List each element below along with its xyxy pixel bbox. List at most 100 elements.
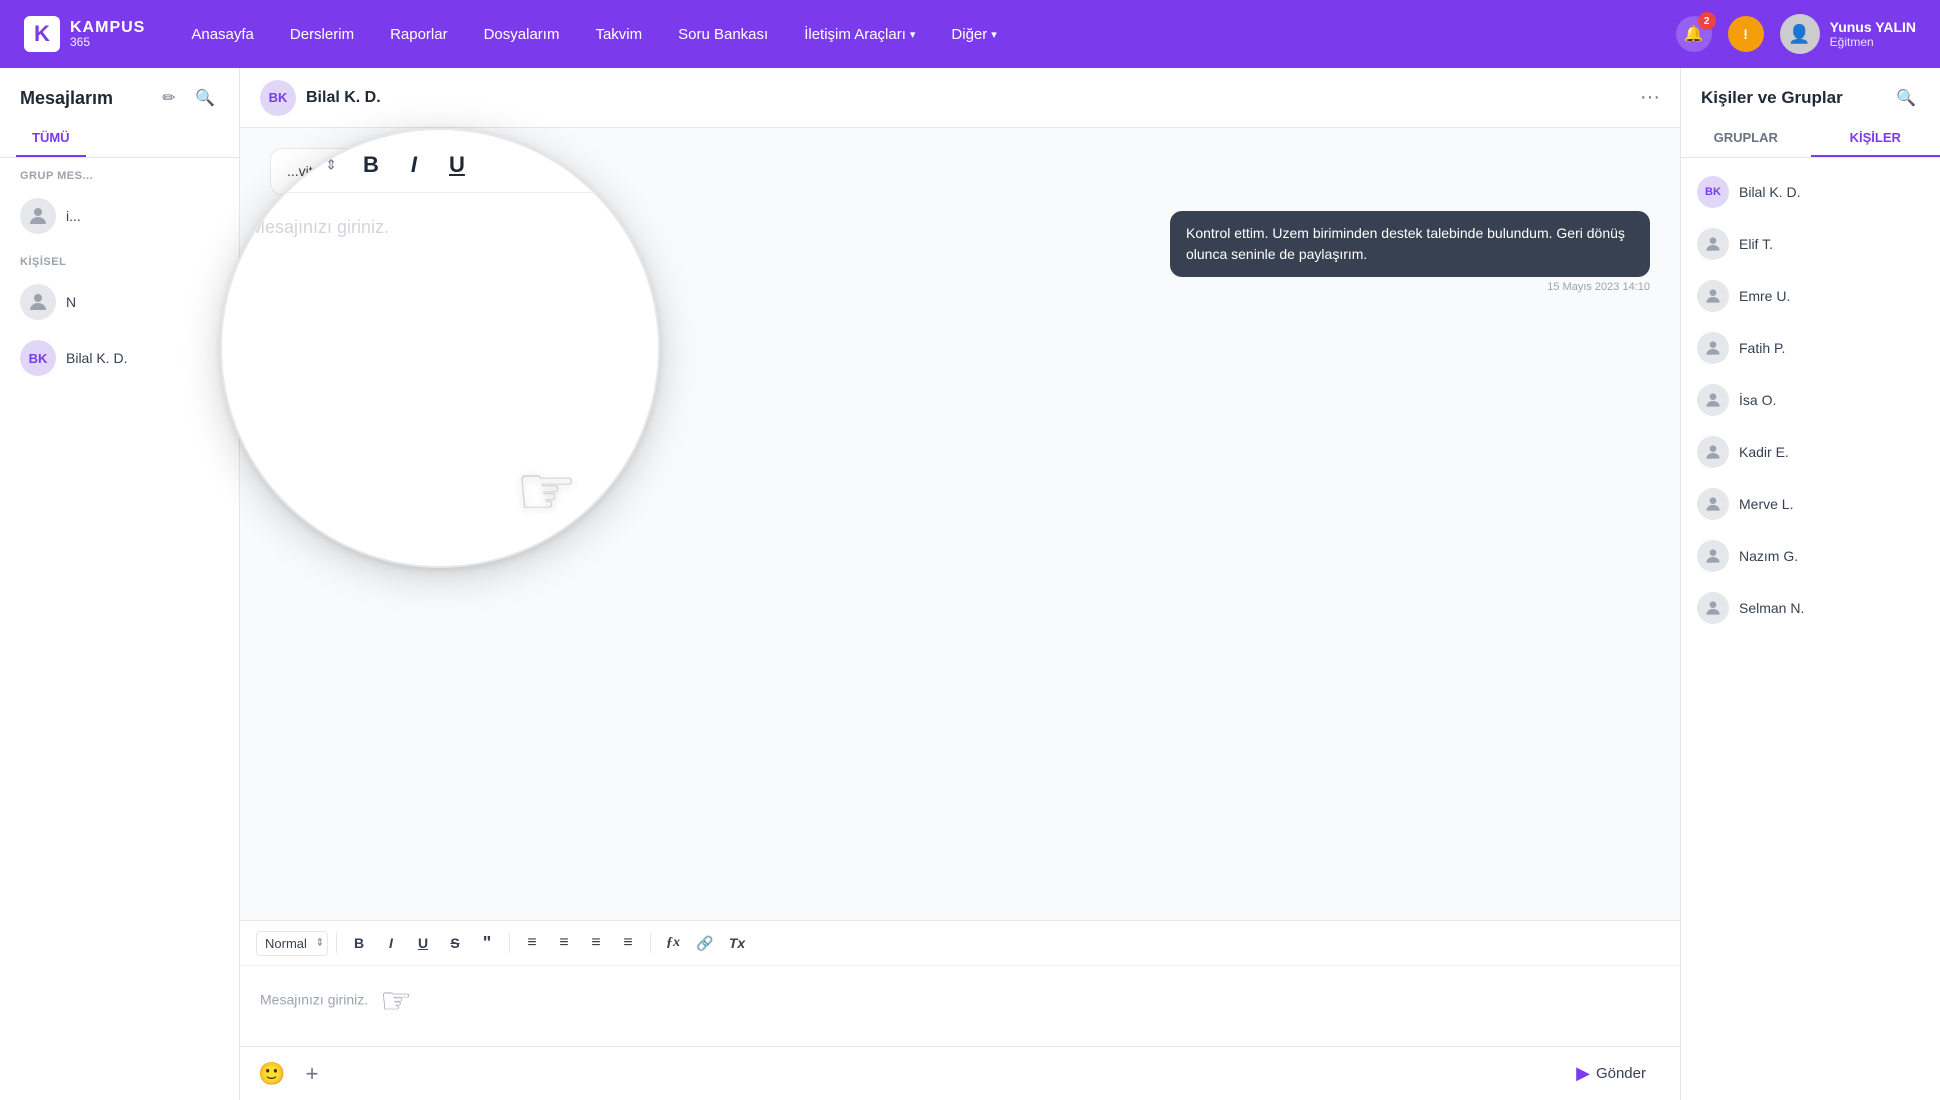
- link-button[interactable]: 🔗: [691, 929, 719, 957]
- logo-k: K: [24, 16, 60, 52]
- nav-diger[interactable]: Diğer ▾: [937, 18, 1010, 51]
- align-center-button[interactable]: ≡: [582, 929, 610, 957]
- chat-more-button[interactable]: ···: [1640, 86, 1660, 109]
- chat-area: BK Bilal K. D. ··· ...vitesi açılmıyor. …: [240, 68, 1680, 1100]
- send-button[interactable]: ▶ Gönder: [1558, 1055, 1664, 1092]
- send-icon: ▶: [1576, 1063, 1590, 1084]
- logo[interactable]: K KAMPUS 365: [24, 16, 145, 52]
- right-contact-name-selman: Selman N.: [1739, 600, 1804, 616]
- align-right-button[interactable]: ≡: [614, 929, 642, 957]
- bold-button[interactable]: B: [345, 929, 373, 957]
- toolbar-divider-2: [509, 933, 510, 953]
- sidebar-add-icon[interactable]: ✏: [155, 84, 183, 112]
- right-contact-name-elif: Elif T.: [1739, 236, 1773, 252]
- right-contact-bilal[interactable]: BK Bilal K. D.: [1681, 166, 1940, 218]
- nav-links: Anasayfa Derslerim Raporlar Dosyalarım T…: [177, 18, 1643, 51]
- kisi-contact-item-bilal[interactable]: BK Bilal K. D.: [0, 330, 239, 386]
- editor-footer: 🙂 + ▶ Gönder: [240, 1046, 1680, 1100]
- magnify-underline-button[interactable]: U: [441, 148, 473, 182]
- format-select[interactable]: Normal: [256, 931, 328, 956]
- logo-text: KAMPUS 365: [70, 19, 145, 50]
- user-area[interactable]: 👤 Yunus YALIN Eğitmen: [1780, 14, 1916, 54]
- underline-button[interactable]: U: [409, 929, 437, 957]
- toolbar-divider-1: [336, 933, 337, 953]
- right-contact-avatar-isa: [1697, 384, 1729, 416]
- editor-hand-cursor-icon: ☞: [380, 980, 412, 1022]
- right-contact-avatar-bilal: BK: [1697, 176, 1729, 208]
- unordered-list-button[interactable]: ≡: [550, 929, 578, 957]
- chat-header-left: BK Bilal K. D.: [260, 80, 381, 116]
- sidebar-icons: ✏ 🔍: [155, 84, 219, 112]
- nav-dosyalarim[interactable]: Dosyalarım: [470, 18, 574, 51]
- kisi-contact-item-1[interactable]: N: [0, 274, 239, 330]
- nav-right: 🔔 2 ! 👤 Yunus YALIN Eğitmen: [1676, 14, 1916, 54]
- editor-section: Normal ⇕ B I U S " ≡ ≡ ≡ ≡ ƒx 🔗 Tx: [240, 920, 1680, 1046]
- ordered-list-button[interactable]: ≡: [518, 929, 546, 957]
- tab-kisi[interactable]: KİŞİLER: [1811, 120, 1940, 157]
- clear-format-button[interactable]: Tx: [723, 929, 751, 957]
- kisi-contact-name-bilal: Bilal K. D.: [66, 350, 127, 366]
- group-contact-avatar: [20, 198, 56, 234]
- magnify-body[interactable]: Mesajınızı giriniz. ☞: [222, 193, 658, 566]
- right-contact-avatar-nazim: [1697, 540, 1729, 572]
- main-layout: Mesajlarım ✏ 🔍 TÜMÜ GRUP MES... i... KİŞ…: [0, 68, 1940, 1100]
- sidebar-search-icon[interactable]: 🔍: [191, 84, 219, 112]
- tab-groups[interactable]: GRUPLAR: [1681, 120, 1811, 157]
- nav-anasayfa[interactable]: Anasayfa: [177, 18, 268, 51]
- magnify-bold-button[interactable]: B: [355, 148, 387, 182]
- magnify-italic-button[interactable]: I: [403, 148, 425, 182]
- right-contact-elif[interactable]: Elif T.: [1681, 218, 1940, 270]
- sidebar-title: Mesajlarım: [20, 88, 113, 109]
- nav-raporlar[interactable]: Raporlar: [376, 18, 462, 51]
- user-name: Yunus YALIN: [1830, 19, 1916, 35]
- magnify-format-select[interactable]: Normal: [246, 154, 339, 176]
- editor-body[interactable]: Mesajınızı giriniz. ☞: [240, 966, 1680, 1046]
- right-contact-nazim[interactable]: Nazım G.: [1681, 530, 1940, 582]
- quote-button[interactable]: ": [473, 929, 501, 957]
- tab-all[interactable]: TÜMÜ: [16, 120, 86, 157]
- group-contact-item[interactable]: i...: [0, 188, 239, 244]
- italic-button[interactable]: I: [377, 929, 405, 957]
- notification-badge: 2: [1698, 12, 1716, 30]
- right-contact-avatar-merve: [1697, 488, 1729, 520]
- chat-header: BK Bilal K. D. ···: [240, 68, 1680, 128]
- right-contact-selman[interactable]: Selman N.: [1681, 582, 1940, 634]
- kisi-contact-avatar-1: [20, 284, 56, 320]
- editor-placeholder: Mesajınızı giriniz.: [260, 992, 368, 1008]
- chat-header-name: Bilal K. D.: [306, 89, 381, 107]
- right-contact-merve[interactable]: Merve L.: [1681, 478, 1940, 530]
- strikethrough-button[interactable]: S: [441, 929, 469, 957]
- magnify-overlay: Normal ⇕ B I U Mesajınızı giriniz. ☞: [220, 128, 660, 568]
- emoji-button[interactable]: 🙂: [256, 1058, 288, 1090]
- right-sidebar-search-icon[interactable]: 🔍: [1892, 84, 1920, 112]
- user-role: Eğitmen: [1830, 35, 1916, 49]
- group-contact-name: i...: [66, 208, 81, 224]
- right-contact-fatih[interactable]: Fatih P.: [1681, 322, 1940, 374]
- right-contact-name-emre: Emre U.: [1739, 288, 1790, 304]
- notification-button[interactable]: 🔔 2: [1676, 16, 1712, 52]
- right-contact-avatar-selman: [1697, 592, 1729, 624]
- msg-time-2: 15 Mayıs 2023 14:10: [1547, 281, 1650, 293]
- right-contact-name-bilal: Bilal K. D.: [1739, 184, 1800, 200]
- formula-button[interactable]: ƒx: [659, 929, 687, 957]
- diger-arrow-icon: ▾: [991, 28, 997, 41]
- msg-bubble-2: Kontrol ettim. Uzem biriminden destek ta…: [1170, 211, 1650, 277]
- right-contact-avatar-elif: [1697, 228, 1729, 260]
- right-contact-emre[interactable]: Emre U.: [1681, 270, 1940, 322]
- user-info: Yunus YALIN Eğitmen: [1830, 19, 1916, 49]
- right-contact-name-kadir: Kadir E.: [1739, 444, 1789, 460]
- send-label: Gönder: [1596, 1065, 1646, 1082]
- editor-footer-left: 🙂 +: [256, 1058, 328, 1090]
- nav-takvim[interactable]: Takvim: [581, 18, 656, 51]
- nav-iletisim-araclari[interactable]: İletişim Araçları ▾: [790, 18, 929, 51]
- right-sidebar: Kişiler ve Gruplar 🔍 GRUPLAR KİŞİLER BK …: [1680, 68, 1940, 1100]
- nav-derslerim[interactable]: Derslerim: [276, 18, 368, 51]
- right-contact-kadir[interactable]: Kadir E.: [1681, 426, 1940, 478]
- toolbar-divider-3: [650, 933, 651, 953]
- attachment-button[interactable]: +: [296, 1058, 328, 1090]
- right-contact-isa[interactable]: İsa O.: [1681, 374, 1940, 426]
- magnify-placeholder: Mesajınızı giriniz.: [250, 217, 389, 238]
- alert-button[interactable]: !: [1728, 16, 1764, 52]
- nav-soru-bankasi[interactable]: Soru Bankası: [664, 18, 782, 51]
- sidebar-header: Mesajlarım ✏ 🔍: [0, 68, 239, 120]
